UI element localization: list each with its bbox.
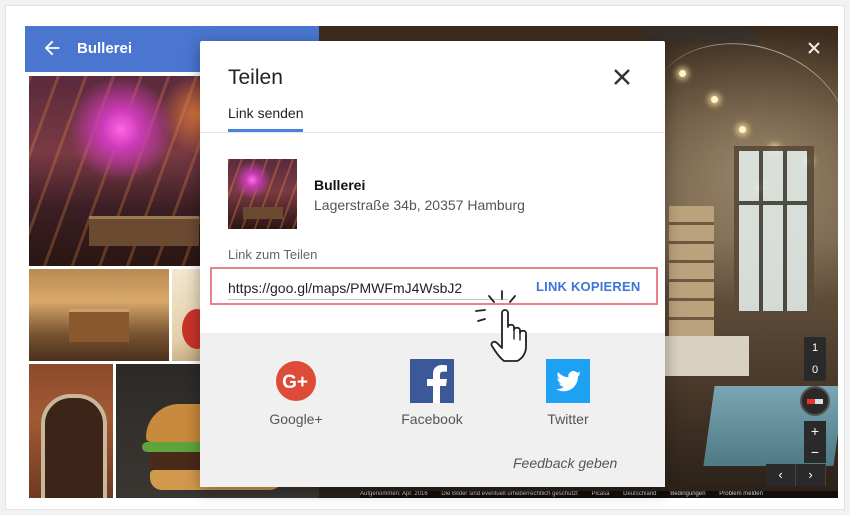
zoom-control[interactable]: + − xyxy=(804,421,826,463)
copyright-note: Die Bilder sind eventuell urheberrechtli… xyxy=(441,491,578,497)
google-plus-label: Google+ xyxy=(269,411,323,427)
next-button[interactable]: › xyxy=(796,464,826,486)
report-link[interactable]: Problem melden xyxy=(719,491,763,497)
captured-date: Aufgenommen: Apr. 2016 xyxy=(360,491,428,497)
zoom-in-button[interactable]: + xyxy=(804,421,826,442)
twitter-label: Twitter xyxy=(547,411,589,427)
facebook-icon[interactable] xyxy=(410,359,454,403)
country-link[interactable]: Deutschland xyxy=(623,491,656,497)
terms-link[interactable]: Bedingungen xyxy=(670,491,705,497)
zoom-out-button[interactable]: − xyxy=(804,442,826,463)
footer-bar: Aufgenommen: Apr. 2016 Die Bilder sind e… xyxy=(360,491,838,498)
share-facebook[interactable]: Facebook xyxy=(372,359,492,427)
floor-level-control[interactable]: 1 0 xyxy=(804,337,826,381)
close-icon[interactable] xyxy=(804,38,824,58)
dialog-close-icon[interactable] xyxy=(610,65,634,89)
place-photo-entrance[interactable] xyxy=(29,364,113,498)
place-name: Bullerei xyxy=(314,177,366,193)
photo-nav-control[interactable]: ‹ › xyxy=(766,464,826,486)
dialog-title: Teilen xyxy=(228,66,283,89)
copy-link-button[interactable]: LINK KOPIEREN xyxy=(536,279,640,294)
hand-pointer-icon xyxy=(475,290,527,362)
share-twitter[interactable]: Twitter xyxy=(508,359,628,427)
twitter-icon[interactable] xyxy=(546,359,590,403)
google-plus-icon[interactable]: G+ xyxy=(274,359,318,403)
compass-icon[interactable] xyxy=(800,386,830,416)
place-photo-interior[interactable] xyxy=(29,269,169,361)
share-link-row: LINK KOPIEREN xyxy=(210,267,658,305)
share-google-plus[interactable]: G+ Google+ xyxy=(236,359,356,427)
facebook-label: Facebook xyxy=(401,411,463,427)
share-link-label: Link zum Teilen xyxy=(228,247,318,262)
tab-send-link[interactable]: Link senden xyxy=(228,105,304,121)
feedback-link[interactable]: Feedback geben xyxy=(513,455,617,471)
floor-level-up[interactable]: 1 xyxy=(804,337,826,359)
svg-text:G+: G+ xyxy=(282,372,308,393)
floor-level-down[interactable]: 0 xyxy=(804,359,826,381)
picasa-link[interactable]: Picasa xyxy=(591,491,609,497)
place-thumbnail xyxy=(228,159,297,229)
back-arrow-icon[interactable] xyxy=(41,37,63,59)
share-link-input[interactable] xyxy=(228,276,508,300)
prev-button[interactable]: ‹ xyxy=(766,464,796,486)
place-panel-title: Bullerei xyxy=(77,40,133,57)
place-address: Lagerstraße 34b, 20357 Hamburg xyxy=(314,197,525,213)
social-share-section: G+ Google+ Facebook Twitter Feedback geb… xyxy=(200,333,665,487)
share-dialog: Teilen Link senden Bullerei Lagerstraße … xyxy=(200,41,665,487)
dialog-divider xyxy=(200,132,665,133)
